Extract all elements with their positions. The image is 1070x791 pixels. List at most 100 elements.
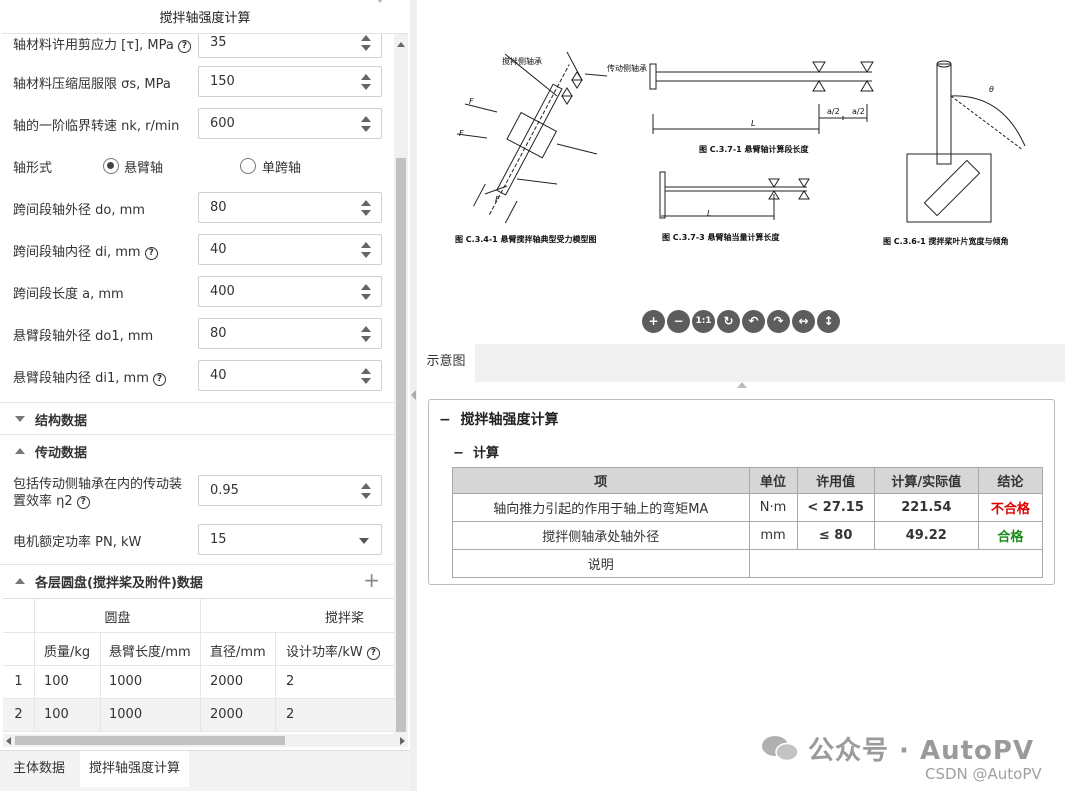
field-allowable-shear-stress: 轴材料许用剪应力 [τ], MPa ? 35 bbox=[0, 34, 394, 59]
svg-text:θ: θ bbox=[989, 85, 994, 94]
section-disks-data[interactable]: 各层圆盘(搅拌桨及附件)数据 + bbox=[0, 564, 394, 596]
span-inner-diameter-input[interactable]: 40 bbox=[198, 234, 382, 265]
scroll-thumb[interactable] bbox=[396, 158, 406, 732]
svg-text:L: L bbox=[751, 119, 755, 128]
grid-cell[interactable]: 2 bbox=[276, 666, 394, 699]
results-table: 项 单位 许用值 计算/实际值 结论 轴向推力引起的作用于轴上的弯矩MA N·m… bbox=[452, 467, 1044, 578]
section-transmission-data[interactable]: 传动数据 bbox=[0, 434, 394, 466]
actual-size-icon[interactable]: 1:1 bbox=[692, 310, 715, 333]
undo-icon[interactable]: ↶ bbox=[742, 310, 765, 333]
wechat-icon bbox=[762, 736, 799, 762]
spinner-icon[interactable] bbox=[361, 116, 371, 132]
scroll-up-icon[interactable] bbox=[397, 42, 405, 47]
results-subtitle[interactable]: − 计算 bbox=[453, 442, 499, 461]
svg-text:F: F bbox=[469, 97, 474, 106]
scroll-right-icon[interactable] bbox=[400, 737, 405, 745]
spinner-icon[interactable] bbox=[361, 284, 371, 300]
scroll-left-icon[interactable] bbox=[6, 737, 11, 745]
field-cantilever-inner-diameter: 悬臂段轴内径 di1, mm ? 40 bbox=[0, 360, 394, 392]
collapse-caret-icon[interactable] bbox=[737, 382, 747, 388]
spinner-icon[interactable] bbox=[361, 368, 371, 384]
collapse-caret-icon[interactable] bbox=[375, 0, 385, 3]
grid-cell[interactable]: 100 bbox=[35, 666, 101, 699]
svg-text:a/2: a/2 bbox=[827, 107, 840, 116]
svg-text:传动侧轴承: 传动侧轴承 bbox=[607, 63, 647, 73]
grid-cell[interactable]: 2 bbox=[276, 699, 394, 732]
add-icon[interactable]: + bbox=[363, 568, 380, 592]
help-icon[interactable]: ? bbox=[366, 647, 380, 660]
reset-icon[interactable]: ↻ bbox=[717, 310, 740, 333]
grid-group-header: 圆盘 bbox=[35, 599, 201, 633]
grid-group-header: 搅拌桨 bbox=[201, 599, 394, 633]
svg-text:F: F bbox=[495, 195, 500, 204]
svg-text:图 C.3.7-1 悬臂轴计算段长度: 图 C.3.7-1 悬臂轴计算段长度 bbox=[699, 144, 810, 154]
spinner-icon[interactable] bbox=[361, 200, 371, 216]
watermark: 公众号 · AutoPV bbox=[808, 736, 1035, 766]
grid-column-header[interactable]: 质量/kg bbox=[35, 633, 101, 666]
svg-text:搅拌侧轴承: 搅拌侧轴承 bbox=[502, 56, 542, 66]
help-icon[interactable]: ? bbox=[144, 247, 158, 260]
diagram-drawing: 搅拌侧轴承 传动侧轴承 L a/2 a/2 L θ F F F 图 C.3.4-… bbox=[455, 51, 1026, 246]
spinner-icon[interactable] bbox=[361, 326, 371, 342]
row-number: 1 bbox=[3, 666, 35, 699]
spinner-icon[interactable] bbox=[361, 483, 371, 499]
cantilever-inner-diameter-input[interactable]: 40 bbox=[198, 360, 382, 391]
help-icon[interactable]: ? bbox=[76, 496, 90, 509]
spinner-icon[interactable] bbox=[361, 35, 371, 51]
field-span-outer-diameter: 跨间段轴外径 do, mm 80 bbox=[0, 192, 394, 224]
redo-icon[interactable]: ↷ bbox=[767, 310, 790, 333]
spinner-icon[interactable] bbox=[361, 242, 371, 258]
tab-schematic[interactable]: 示意图 bbox=[417, 344, 475, 382]
section-structure-data[interactable]: 结构数据 bbox=[0, 402, 394, 434]
col-header-allowed: 许用值 bbox=[796, 467, 875, 494]
tab-main-data[interactable]: 主体数据 bbox=[4, 751, 74, 787]
field-label: 轴材料许用剪应力 [τ], MPa ? bbox=[13, 34, 191, 53]
cantilever-outer-diameter-input[interactable]: 80 bbox=[198, 318, 382, 349]
span-outer-diameter-input[interactable]: 80 bbox=[198, 192, 382, 223]
grid-cell[interactable]: 1000 bbox=[101, 666, 201, 699]
horizontal-scrollbar[interactable] bbox=[3, 734, 408, 747]
grid-cell[interactable]: 2000 bbox=[201, 666, 276, 699]
yield-input[interactable]: 150 bbox=[198, 66, 382, 97]
span-length-input[interactable]: 400 bbox=[198, 276, 382, 307]
table-row: 说明 bbox=[452, 549, 1043, 578]
efficiency-input[interactable]: 0.95 bbox=[198, 475, 382, 506]
grid-column-header[interactable]: 悬臂长度/mm bbox=[101, 633, 201, 666]
table-row: 轴向推力引起的作用于轴上的弯矩MA N·m < 27.15 221.54 不合格 bbox=[452, 493, 1044, 522]
field-span-inner-diameter: 跨间段轴内径 di, mm ? 40 bbox=[0, 234, 394, 266]
grid-cell[interactable]: 100 bbox=[35, 699, 101, 732]
grid-cell[interactable]: 2000 bbox=[201, 699, 276, 732]
disk-data-grid: 圆盘 搅拌桨 质量/kg 悬臂长度/mm 直径/mm 设计功率/kW ? 1 1… bbox=[3, 598, 394, 732]
grid-cell[interactable]: 1000 bbox=[101, 699, 201, 732]
expand-icon bbox=[15, 416, 25, 422]
help-icon[interactable]: ? bbox=[153, 373, 166, 386]
radio-single-span[interactable] bbox=[240, 158, 256, 174]
col-header-conclusion: 结论 bbox=[977, 467, 1044, 494]
flip-vertical-icon[interactable]: ↕ bbox=[817, 310, 840, 333]
critical-speed-input[interactable]: 600 bbox=[198, 108, 382, 139]
results-panel: − 搅拌轴强度计算 − 计算 项 单位 许用值 计算/实际值 结论 轴向推力引起… bbox=[428, 399, 1055, 585]
svg-text:图 C.3.6-1 搅拌桨叶片宽度与倾角: 图 C.3.6-1 搅拌桨叶片宽度与倾角 bbox=[883, 236, 1009, 246]
vertical-scrollbar[interactable] bbox=[394, 34, 408, 734]
help-icon[interactable]: ? bbox=[177, 40, 191, 53]
motor-power-select[interactable]: 15 bbox=[198, 524, 382, 555]
field-cantilever-outer-diameter: 悬臂段轴外径 do1, mm 80 bbox=[0, 318, 394, 350]
spinner-icon[interactable] bbox=[361, 74, 371, 90]
collapse-left-icon[interactable] bbox=[411, 390, 416, 400]
tab-shaft-strength[interactable]: 搅拌轴强度计算 bbox=[80, 751, 190, 787]
results-panel-title[interactable]: − 搅拌轴强度计算 bbox=[439, 409, 558, 429]
grid-column-header[interactable]: 设计功率/kW ? bbox=[276, 633, 394, 666]
panel-splitter[interactable] bbox=[410, 0, 417, 791]
field-efficiency: 包括传动侧轴承在内的传动装 置效率 η2 ? 0.95 bbox=[0, 474, 394, 518]
scroll-thumb[interactable] bbox=[15, 736, 285, 745]
zoom-out-icon[interactable]: − bbox=[667, 310, 690, 333]
field-critical-speed: 轴的一阶临界转速 nk, r/min 600 bbox=[0, 108, 394, 140]
shear-stress-input[interactable]: 35 bbox=[198, 34, 382, 58]
watermark-sub: CSDN @AutoPV bbox=[925, 765, 1042, 783]
radio-cantilever[interactable] bbox=[103, 158, 119, 174]
grid-column-header[interactable]: 直径/mm bbox=[201, 633, 276, 666]
svg-text:a/2: a/2 bbox=[852, 107, 865, 116]
right-panel: 搅拌侧轴承 传动侧轴承 L a/2 a/2 L θ F F F 图 C.3.4-… bbox=[417, 0, 1070, 791]
flip-horizontal-icon[interactable]: ↔ bbox=[792, 310, 815, 333]
zoom-in-icon[interactable]: + bbox=[642, 310, 665, 333]
